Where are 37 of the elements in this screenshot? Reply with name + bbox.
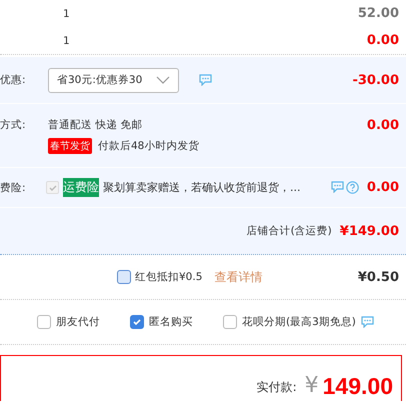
checkbox[interactable] [37, 315, 51, 329]
shop-total-label: 店铺合计(含运费) [246, 224, 332, 238]
discount-amount: -30.00 [352, 72, 399, 88]
currency-symbol: ¥ [304, 373, 319, 399]
caret-icon [156, 76, 170, 84]
checkbox[interactable] [223, 315, 237, 329]
payment-label: 实付款: [256, 379, 297, 396]
voucher-deduction-amount: ¥0.50 [358, 270, 399, 284]
price-text: 52.00 [358, 6, 399, 21]
chat-icon[interactable] [199, 74, 212, 86]
shop-total-amount: ¥149.00 [340, 224, 399, 238]
chat-icon[interactable] [330, 181, 344, 193]
shipping-amount: 0.00 [366, 118, 399, 133]
insurance-text: 聚划算卖家赠送，若确认收货前退货，... [103, 180, 300, 195]
insurance-label: 费险: [0, 180, 27, 194]
shipping-label: 方式: [0, 118, 27, 132]
quantity-text: 1 [63, 34, 70, 46]
payment-amount: 149.00 [322, 373, 393, 399]
checkbox[interactable] [117, 270, 131, 284]
insurance-tag: 运费险 [63, 178, 99, 197]
option-label: 匿名购买 [149, 315, 193, 329]
coupon-dropdown[interactable]: 省30元:优惠券30 [48, 68, 179, 92]
price-text: 0.00 [366, 33, 399, 48]
option-label: 朋友代付 [56, 315, 100, 329]
coupon-label: 优惠: [0, 73, 27, 87]
voucher-deduction-label: 红包抵扣¥0.5 [135, 270, 202, 284]
delivery-note: 付款后48小时内发货 [98, 139, 200, 153]
insurance-amount: 0.00 [366, 180, 399, 195]
festival-badge: 春节发货 [48, 138, 92, 154]
check-icon [132, 317, 142, 327]
shipping-method: 普通配送 快递 免邮 [48, 118, 144, 132]
option-label: 花呗分期(最高3期免息) [242, 315, 356, 329]
chat-icon[interactable] [360, 316, 374, 328]
help-icon[interactable] [346, 181, 359, 194]
check-icon [48, 182, 58, 192]
checkbox[interactable] [130, 315, 144, 329]
quantity-text: 1 [63, 8, 70, 20]
